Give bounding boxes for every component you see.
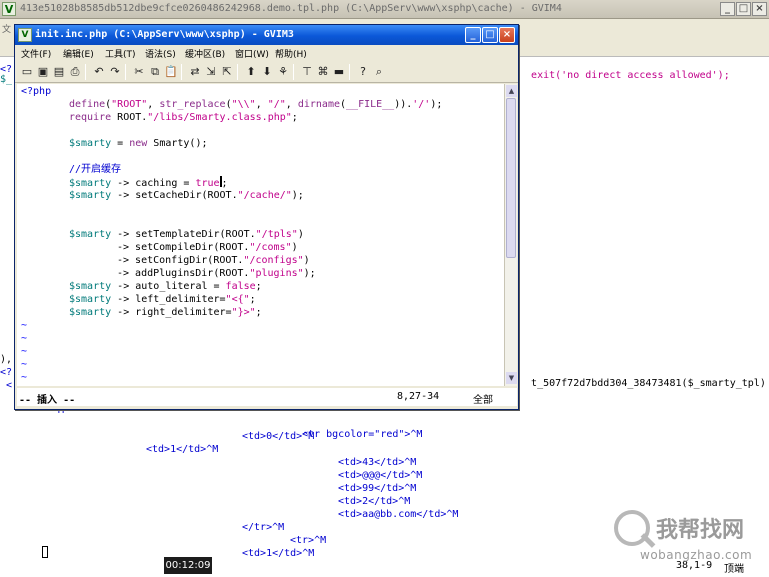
copy-icon[interactable]: ⧉ <box>147 64 163 80</box>
bg-left-fragment: $_ <box>0 74 13 85</box>
close-button[interactable]: × <box>752 2 767 16</box>
open-icon[interactable]: ▭ <box>19 64 35 80</box>
scroll-down-icon[interactable]: ▼ <box>506 372 517 384</box>
bg-window-titlebar[interactable]: V 413e51028b8585db512dbe9cfce02604862429… <box>0 0 769 19</box>
bg-code-line: <td>1</td>^M <box>242 548 315 559</box>
shell-icon[interactable]: ⌘ <box>315 64 331 80</box>
bg-code-line: <tr>^M <box>290 535 327 546</box>
menu-window[interactable]: 窗口(W) <box>235 47 269 60</box>
code-line: -> setCompileDir(ROOT."/coms") <box>117 242 298 253</box>
fg-toolbar: ▭ ▣ ▤ ⎙ ↶ ↷ ✂ ⧉ 📋 ⇄ ⇲ ⇱ ⬆ ⬇ ⚘ ⊤ ⌘ ▬ ? ⌕ <box>15 61 518 83</box>
text-cursor-marker <box>42 546 48 558</box>
toolbar-separator <box>125 64 126 80</box>
minimize-button[interactable]: _ <box>720 2 735 16</box>
toolbar-separator <box>85 64 86 80</box>
close-button[interactable]: × <box>499 27 515 43</box>
empty-line-marker: ~ <box>21 333 28 344</box>
cursor-position: 8,27-34 <box>397 391 440 402</box>
code-line: -> setConfigDir(ROOT."/configs") <box>117 255 310 266</box>
menu-buffers[interactable]: 缓冲区(B) <box>185 47 225 60</box>
status-line: -- 插入 -- 8,27-34 全部 <box>17 388 517 406</box>
menu-tools[interactable]: 工具(T) <box>105 47 136 60</box>
scrollbar-thumb[interactable] <box>506 98 516 258</box>
empty-line-marker: ~ <box>21 359 28 370</box>
bg-left-fragment: ), <box>0 354 13 365</box>
menu-edit[interactable]: 编辑(E) <box>63 47 94 60</box>
bg-code-smarty-tpl-line: t_507f72d7bdd304_38473481($_smarty_tpl) <box>531 378 766 389</box>
bg-menu-file[interactable]: 文 <box>2 22 11 35</box>
code-line: <?php <box>21 86 52 97</box>
code-line: -> addPluginsDir(ROOT."plugins"); <box>117 268 316 279</box>
save-all-icon[interactable]: ▤ <box>51 64 67 80</box>
save-icon[interactable]: ▣ <box>35 64 51 80</box>
code-line: $smarty -> setTemplateDir(ROOT."/tpls") <box>69 229 304 240</box>
text-cursor <box>219 176 222 187</box>
bg-code-line: <td>2</td>^M <box>338 496 411 507</box>
video-timestamp: 00:12:09 <box>164 557 212 574</box>
gvim-app-icon: V <box>2 2 16 16</box>
menu-syntax[interactable]: 语法(S) <box>145 47 176 60</box>
make-icon[interactable]: ⊤ <box>299 64 315 80</box>
bg-left-fragment: <? <box>0 367 13 378</box>
bg-code-line: </tr>^M <box>242 522 285 533</box>
run-script-icon[interactable]: ⚘ <box>275 64 291 80</box>
undo-icon[interactable]: ↶ <box>91 64 107 80</box>
toolbar-separator <box>181 64 182 80</box>
gvim-app-icon: V <box>18 28 32 42</box>
code-line: $smarty -> left_delimiter="<{"; <box>69 294 256 305</box>
vertical-scrollbar[interactable]: ▲ ▼ <box>504 84 517 386</box>
fg-window-title: init.inc.php (C:\AppServ\www\xsphp) - GV… <box>35 29 294 40</box>
menu-help[interactable]: 帮助(H) <box>275 47 307 60</box>
tags-icon[interactable]: ▬ <box>331 64 347 80</box>
code-editor[interactable]: <?php define("ROOT", str_replace("\\", "… <box>17 84 504 386</box>
code-line: $smarty -> caching = true; <box>69 176 228 189</box>
bg-left-fragment: < <box>0 380 13 391</box>
maximize-button[interactable]: □ <box>736 2 751 16</box>
load-session-icon[interactable]: ⬆ <box>243 64 259 80</box>
bg-code-line: <td>99</td>^M <box>338 483 417 494</box>
bg-code-line: <td>@@@</td>^M <box>338 470 423 481</box>
bg-code-line: <td>0</td>^M <box>242 431 315 442</box>
find-help-icon[interactable]: ⌕ <box>371 64 387 80</box>
code-line: $smarty -> right_delimiter="}>"; <box>69 307 262 318</box>
empty-line-marker: ~ <box>21 372 28 383</box>
bg-status-scroll: 顶端 <box>724 564 744 575</box>
toolbar-separator <box>349 64 350 80</box>
redo-icon[interactable]: ↷ <box>107 64 123 80</box>
minimize-button[interactable]: _ <box>465 27 481 43</box>
scroll-up-icon[interactable]: ▲ <box>506 85 517 97</box>
toolbar-separator <box>237 64 238 80</box>
code-line: $smarty -> auto_literal = false; <box>69 281 262 292</box>
code-line: define("ROOT", str_replace("\\", "/", di… <box>69 99 443 110</box>
code-line: $smarty = new Smarty(); <box>69 138 208 149</box>
code-comment: //开启缓存 <box>69 164 122 175</box>
code-line: require ROOT."/libs/Smarty.class.php"; <box>69 112 298 123</box>
maximize-button[interactable]: □ <box>482 27 498 43</box>
empty-line-marker: ~ <box>21 346 28 357</box>
empty-line-marker: ~ <box>21 320 28 331</box>
init-inc-php-window[interactable]: V init.inc.php (C:\AppServ\www\xsphp) - … <box>14 24 519 410</box>
bg-code-line: <td>43</td>^M <box>338 457 417 468</box>
help-icon[interactable]: ? <box>355 64 371 80</box>
bg-code-line: <td>aa@bb.com</td>^M <box>338 509 459 520</box>
paste-icon[interactable]: 📋 <box>163 64 179 80</box>
watermark-url: wobangzhao.com <box>640 548 753 562</box>
mode-indicator: -- 插入 -- <box>19 395 76 406</box>
bg-window-title: 413e51028b8585db512dbe9cfce0260486242968… <box>20 3 562 14</box>
cut-icon[interactable]: ✂ <box>131 64 147 80</box>
bg-code-line: <td>1</td>^M <box>146 444 219 455</box>
find-prev-icon[interactable]: ⇱ <box>219 64 235 80</box>
fg-menubar: 文件(F) 编辑(E) 工具(T) 语法(S) 缓冲区(B) 窗口(W) 帮助(… <box>15 45 518 61</box>
menu-file[interactable]: 文件(F) <box>21 47 51 60</box>
fg-window-titlebar[interactable]: V init.inc.php (C:\AppServ\www\xsphp) - … <box>15 25 518 45</box>
scroll-percentage: 全部 <box>473 395 493 406</box>
replace-icon[interactable]: ⇄ <box>187 64 203 80</box>
toolbar-separator <box>293 64 294 80</box>
bg-code-exit-line: exit('no direct access allowed'); <box>531 70 730 81</box>
find-next-icon[interactable]: ⇲ <box>203 64 219 80</box>
code-line: $smarty -> setCacheDir(ROOT."/cache/"); <box>69 190 304 201</box>
save-session-icon[interactable]: ⬇ <box>259 64 275 80</box>
print-icon[interactable]: ⎙ <box>67 64 83 80</box>
watermark-text: 我帮找网 <box>656 518 745 543</box>
